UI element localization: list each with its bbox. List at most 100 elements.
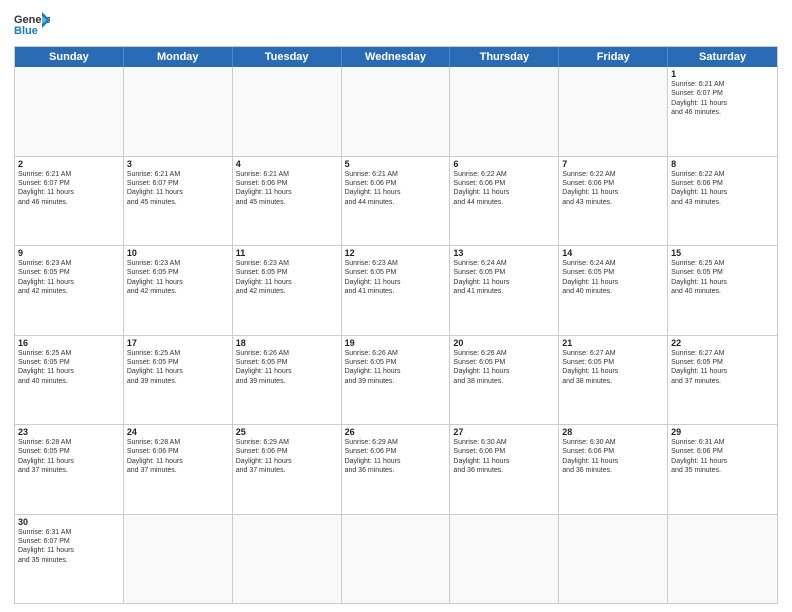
day-cell-20: 20Sunrise: 6:26 AM Sunset: 6:05 PM Dayli… xyxy=(450,336,559,425)
day-cell-27: 27Sunrise: 6:30 AM Sunset: 6:06 PM Dayli… xyxy=(450,425,559,514)
day-info: Sunrise: 6:22 AM Sunset: 6:06 PM Dayligh… xyxy=(562,170,664,208)
day-info: Sunrise: 6:21 AM Sunset: 6:06 PM Dayligh… xyxy=(236,170,338,208)
day-number: 15 xyxy=(671,248,774,258)
day-info: Sunrise: 6:27 AM Sunset: 6:05 PM Dayligh… xyxy=(562,349,664,387)
svg-text:Blue: Blue xyxy=(14,25,38,37)
calendar-grid: SundayMondayTuesdayWednesdayThursdayFrid… xyxy=(14,46,778,604)
day-number: 20 xyxy=(453,338,555,348)
day-cell-4: 4Sunrise: 6:21 AM Sunset: 6:06 PM Daylig… xyxy=(233,157,342,246)
day-cell-22: 22Sunrise: 6:27 AM Sunset: 6:05 PM Dayli… xyxy=(668,336,777,425)
day-cell-3: 3Sunrise: 6:21 AM Sunset: 6:07 PM Daylig… xyxy=(124,157,233,246)
calendar-row-4: 16Sunrise: 6:25 AM Sunset: 6:05 PM Dayli… xyxy=(15,336,777,426)
calendar-header: SundayMondayTuesdayWednesdayThursdayFrid… xyxy=(15,47,777,67)
empty-cell xyxy=(233,67,342,156)
day-info: Sunrise: 6:29 AM Sunset: 6:06 PM Dayligh… xyxy=(236,438,338,476)
day-info: Sunrise: 6:21 AM Sunset: 6:07 PM Dayligh… xyxy=(127,170,229,208)
weekday-header-friday: Friday xyxy=(559,47,668,67)
day-number: 14 xyxy=(562,248,664,258)
day-cell-26: 26Sunrise: 6:29 AM Sunset: 6:06 PM Dayli… xyxy=(342,425,451,514)
day-number: 2 xyxy=(18,159,120,169)
day-number: 28 xyxy=(562,427,664,437)
empty-cell xyxy=(450,67,559,156)
day-number: 13 xyxy=(453,248,555,258)
day-cell-11: 11Sunrise: 6:23 AM Sunset: 6:05 PM Dayli… xyxy=(233,246,342,335)
day-info: Sunrise: 6:23 AM Sunset: 6:05 PM Dayligh… xyxy=(236,259,338,297)
day-cell-30: 30Sunrise: 6:31 AM Sunset: 6:07 PM Dayli… xyxy=(15,515,124,604)
day-number: 27 xyxy=(453,427,555,437)
weekday-header-monday: Monday xyxy=(124,47,233,67)
day-info: Sunrise: 6:23 AM Sunset: 6:05 PM Dayligh… xyxy=(345,259,447,297)
day-info: Sunrise: 6:28 AM Sunset: 6:06 PM Dayligh… xyxy=(127,438,229,476)
day-number: 17 xyxy=(127,338,229,348)
day-cell-9: 9Sunrise: 6:23 AM Sunset: 6:05 PM Daylig… xyxy=(15,246,124,335)
day-number: 29 xyxy=(671,427,774,437)
day-info: Sunrise: 6:31 AM Sunset: 6:07 PM Dayligh… xyxy=(18,528,120,566)
weekday-header-saturday: Saturday xyxy=(668,47,777,67)
day-info: Sunrise: 6:26 AM Sunset: 6:05 PM Dayligh… xyxy=(236,349,338,387)
day-info: Sunrise: 6:30 AM Sunset: 6:06 PM Dayligh… xyxy=(562,438,664,476)
day-info: Sunrise: 6:25 AM Sunset: 6:05 PM Dayligh… xyxy=(18,349,120,387)
day-number: 19 xyxy=(345,338,447,348)
day-info: Sunrise: 6:28 AM Sunset: 6:05 PM Dayligh… xyxy=(18,438,120,476)
calendar-row-5: 23Sunrise: 6:28 AM Sunset: 6:05 PM Dayli… xyxy=(15,425,777,515)
day-info: Sunrise: 6:22 AM Sunset: 6:06 PM Dayligh… xyxy=(453,170,555,208)
calendar-page: General Blue SundayMondayTuesdayWednesda… xyxy=(0,0,792,612)
day-cell-17: 17Sunrise: 6:25 AM Sunset: 6:05 PM Dayli… xyxy=(124,336,233,425)
day-cell-8: 8Sunrise: 6:22 AM Sunset: 6:06 PM Daylig… xyxy=(668,157,777,246)
day-info: Sunrise: 6:21 AM Sunset: 6:06 PM Dayligh… xyxy=(345,170,447,208)
day-number: 30 xyxy=(18,517,120,527)
day-number: 1 xyxy=(671,69,774,79)
day-number: 25 xyxy=(236,427,338,437)
day-number: 26 xyxy=(345,427,447,437)
empty-cell xyxy=(342,515,451,604)
day-info: Sunrise: 6:24 AM Sunset: 6:05 PM Dayligh… xyxy=(453,259,555,297)
weekday-header-thursday: Thursday xyxy=(450,47,559,67)
empty-cell xyxy=(124,67,233,156)
day-cell-15: 15Sunrise: 6:25 AM Sunset: 6:05 PM Dayli… xyxy=(668,246,777,335)
day-number: 3 xyxy=(127,159,229,169)
day-cell-6: 6Sunrise: 6:22 AM Sunset: 6:06 PM Daylig… xyxy=(450,157,559,246)
day-cell-10: 10Sunrise: 6:23 AM Sunset: 6:05 PM Dayli… xyxy=(124,246,233,335)
day-number: 11 xyxy=(236,248,338,258)
day-info: Sunrise: 6:23 AM Sunset: 6:05 PM Dayligh… xyxy=(18,259,120,297)
day-cell-19: 19Sunrise: 6:26 AM Sunset: 6:05 PM Dayli… xyxy=(342,336,451,425)
day-number: 10 xyxy=(127,248,229,258)
day-number: 16 xyxy=(18,338,120,348)
empty-cell xyxy=(233,515,342,604)
day-info: Sunrise: 6:25 AM Sunset: 6:05 PM Dayligh… xyxy=(127,349,229,387)
empty-cell xyxy=(668,515,777,604)
weekday-header-wednesday: Wednesday xyxy=(342,47,451,67)
logo: General Blue xyxy=(14,10,50,40)
day-info: Sunrise: 6:25 AM Sunset: 6:05 PM Dayligh… xyxy=(671,259,774,297)
day-number: 24 xyxy=(127,427,229,437)
empty-cell xyxy=(342,67,451,156)
day-cell-5: 5Sunrise: 6:21 AM Sunset: 6:06 PM Daylig… xyxy=(342,157,451,246)
day-cell-13: 13Sunrise: 6:24 AM Sunset: 6:05 PM Dayli… xyxy=(450,246,559,335)
day-number: 4 xyxy=(236,159,338,169)
empty-cell xyxy=(15,67,124,156)
day-info: Sunrise: 6:21 AM Sunset: 6:07 PM Dayligh… xyxy=(18,170,120,208)
day-info: Sunrise: 6:24 AM Sunset: 6:05 PM Dayligh… xyxy=(562,259,664,297)
day-info: Sunrise: 6:23 AM Sunset: 6:05 PM Dayligh… xyxy=(127,259,229,297)
empty-cell xyxy=(124,515,233,604)
empty-cell xyxy=(450,515,559,604)
day-cell-28: 28Sunrise: 6:30 AM Sunset: 6:06 PM Dayli… xyxy=(559,425,668,514)
day-info: Sunrise: 6:30 AM Sunset: 6:06 PM Dayligh… xyxy=(453,438,555,476)
day-cell-29: 29Sunrise: 6:31 AM Sunset: 6:06 PM Dayli… xyxy=(668,425,777,514)
calendar-row-6: 30Sunrise: 6:31 AM Sunset: 6:07 PM Dayli… xyxy=(15,515,777,604)
day-cell-23: 23Sunrise: 6:28 AM Sunset: 6:05 PM Dayli… xyxy=(15,425,124,514)
calendar-row-3: 9Sunrise: 6:23 AM Sunset: 6:05 PM Daylig… xyxy=(15,246,777,336)
calendar-body: 1Sunrise: 6:21 AM Sunset: 6:07 PM Daylig… xyxy=(15,67,777,603)
empty-cell xyxy=(559,515,668,604)
day-info: Sunrise: 6:27 AM Sunset: 6:05 PM Dayligh… xyxy=(671,349,774,387)
day-number: 21 xyxy=(562,338,664,348)
empty-cell xyxy=(559,67,668,156)
day-cell-25: 25Sunrise: 6:29 AM Sunset: 6:06 PM Dayli… xyxy=(233,425,342,514)
day-info: Sunrise: 6:31 AM Sunset: 6:06 PM Dayligh… xyxy=(671,438,774,476)
day-number: 5 xyxy=(345,159,447,169)
day-number: 6 xyxy=(453,159,555,169)
day-info: Sunrise: 6:21 AM Sunset: 6:07 PM Dayligh… xyxy=(671,80,774,118)
day-cell-2: 2Sunrise: 6:21 AM Sunset: 6:07 PM Daylig… xyxy=(15,157,124,246)
logo-icon: General Blue xyxy=(14,10,50,40)
day-number: 8 xyxy=(671,159,774,169)
